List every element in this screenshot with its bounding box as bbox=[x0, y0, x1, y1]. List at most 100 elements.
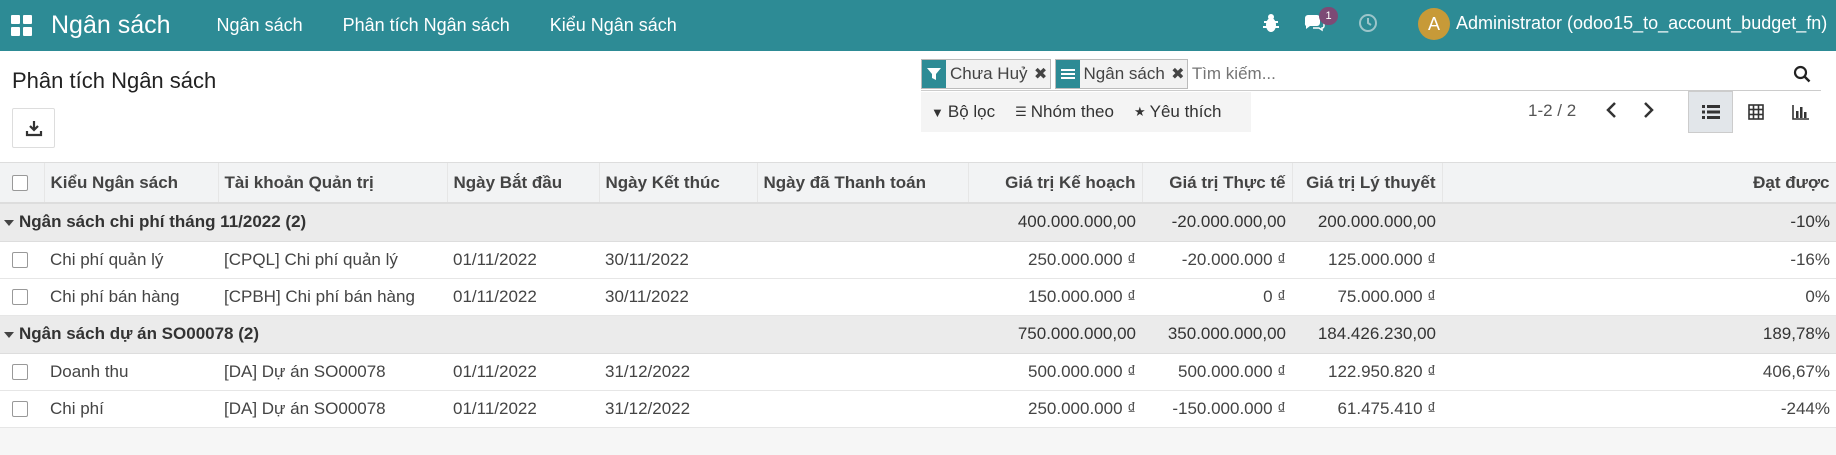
cell-account: [DA] Dự án SO00078 bbox=[218, 353, 447, 391]
debug-bug-icon[interactable] bbox=[1262, 12, 1280, 34]
table-row[interactable]: Chi phí bán hàng [CPBH] Chi phí bán hàng… bbox=[0, 278, 1836, 316]
menu-phan-tich-ngan-sach[interactable]: Phân tích Ngân sách bbox=[323, 15, 530, 36]
row-checkbox[interactable] bbox=[12, 289, 28, 306]
group-theoretical: 200.000.000,00 bbox=[1292, 203, 1442, 242]
cell-end: 30/11/2022 bbox=[599, 278, 757, 316]
app-title[interactable]: Ngân sách bbox=[51, 11, 171, 40]
table-header-row: Kiểu Ngân sách Tài khoản Quản trị Ngày B… bbox=[0, 163, 1836, 204]
cell-planned: 150.000.000 ₫ bbox=[968, 278, 1142, 316]
chevron-right-icon[interactable] bbox=[1636, 98, 1660, 122]
cell-type: Chi phí bbox=[44, 390, 218, 428]
column-header[interactable]: Ngày Bắt đầu bbox=[447, 163, 600, 204]
facet-remove-icon[interactable]: ✖ bbox=[1032, 60, 1050, 88]
control-panel: Phân tích Ngân sách Chưa Huỷ ✖ Ngân sách… bbox=[0, 51, 1836, 163]
cell-theoretical: 125.000.000 ₫ bbox=[1292, 241, 1442, 279]
cell-paid bbox=[757, 390, 968, 428]
cell-practical: 500.000.000 ₫ bbox=[1142, 353, 1292, 391]
filter-icon bbox=[927, 67, 941, 80]
cell-planned: 500.000.000 ₫ bbox=[968, 353, 1142, 391]
download-icon bbox=[25, 121, 42, 137]
select-all-checkbox-cell[interactable] bbox=[0, 163, 45, 204]
favorites-button[interactable]: ★ Yêu thích bbox=[1124, 102, 1231, 122]
group-label: Ngân sách chi phí tháng 11/2022 (2) bbox=[19, 212, 307, 232]
row-checkbox[interactable] bbox=[12, 364, 28, 381]
group-by-icon bbox=[1060, 68, 1075, 79]
facet-label: Ngân sách bbox=[1083, 63, 1165, 83]
cell-end: 31/12/2022 bbox=[599, 390, 757, 428]
avatar[interactable]: A bbox=[1418, 8, 1450, 40]
cell-practical: -20.000.000 ₫ bbox=[1142, 241, 1292, 279]
caret-down-icon bbox=[4, 331, 14, 338]
column-header[interactable]: Ngày đã Thanh toán bbox=[757, 163, 969, 204]
chat-badge: 1 bbox=[1319, 7, 1338, 25]
group-planned: 750.000.000,00 bbox=[968, 315, 1142, 354]
cell-start: 01/11/2022 bbox=[447, 390, 599, 428]
pivot-view-button[interactable] bbox=[1733, 91, 1778, 133]
column-header[interactable]: Giá trị Thực tế bbox=[1142, 163, 1293, 204]
page-title: Phân tích Ngân sách bbox=[12, 68, 217, 93]
star-icon: ★ bbox=[1133, 104, 1146, 119]
menu-kieu-ngan-sach[interactable]: Kiểu Ngân sách bbox=[530, 15, 697, 36]
cell-practical: -150.000.000 ₫ bbox=[1142, 390, 1292, 428]
cell-start: 01/11/2022 bbox=[447, 353, 599, 391]
budget-analysis-table: Kiểu Ngân sách Tài khoản Quản trị Ngày B… bbox=[0, 163, 1836, 428]
column-header[interactable]: Tài khoản Quản trị bbox=[218, 163, 448, 204]
cell-planned: 250.000.000 ₫ bbox=[968, 390, 1142, 428]
facet-filter: Chưa Huỷ ✖ bbox=[921, 58, 1051, 89]
cell-end: 31/12/2022 bbox=[599, 353, 757, 391]
group-theoretical: 184.426.230,00 bbox=[1292, 315, 1442, 354]
facet-remove-icon[interactable]: ✖ bbox=[1169, 60, 1187, 88]
group-planned: 400.000.000,00 bbox=[968, 203, 1142, 242]
pivot-view-icon bbox=[1747, 104, 1764, 120]
filter-icon: ▼ bbox=[931, 104, 944, 120]
search-input[interactable] bbox=[1191, 63, 1752, 84]
row-checkbox[interactable] bbox=[12, 401, 28, 418]
row-checkbox[interactable] bbox=[12, 252, 28, 269]
apps-menu-icon[interactable] bbox=[11, 14, 33, 37]
cell-theoretical: 61.475.410 ₫ bbox=[1292, 390, 1442, 428]
caret-down-icon bbox=[4, 219, 14, 226]
chevron-left-icon[interactable] bbox=[1600, 98, 1624, 122]
cell-planned: 250.000.000 ₫ bbox=[968, 241, 1142, 279]
search-icon[interactable] bbox=[1793, 65, 1811, 83]
cell-account: [CPQL] Chi phí quản lý bbox=[218, 241, 447, 279]
cell-type: Chi phí bán hàng bbox=[44, 278, 218, 316]
menu-ngan-sach[interactable]: Ngân sách bbox=[197, 15, 323, 36]
table-row[interactable]: Doanh thu [DA] Dự án SO00078 01/11/2022 … bbox=[0, 353, 1836, 391]
table-row[interactable]: Chi phí [DA] Dự án SO00078 01/11/2022 31… bbox=[0, 390, 1836, 428]
column-header[interactable]: Ngày Kết thúc bbox=[599, 163, 758, 204]
cell-achieved: 0% bbox=[1442, 278, 1836, 316]
cell-practical: 0 ₫ bbox=[1142, 278, 1292, 316]
cell-paid bbox=[757, 278, 968, 316]
search-bar: Chưa Huỷ ✖ Ngân sách ✖ bbox=[921, 57, 1821, 91]
facet-label: Chưa Huỷ bbox=[950, 63, 1028, 83]
facet-groupby: Ngân sách ✖ bbox=[1054, 58, 1188, 89]
column-header[interactable]: Giá trị Kế hoạch bbox=[968, 163, 1143, 204]
cell-start: 01/11/2022 bbox=[447, 278, 599, 316]
user-menu[interactable]: Administrator (odoo15_to_account_budget_… bbox=[1456, 13, 1827, 34]
group-row[interactable]: Ngân sách dự án SO00078 (2) 750.000.000,… bbox=[0, 315, 1836, 354]
cell-achieved: 406,67% bbox=[1442, 353, 1836, 391]
cell-achieved: -16% bbox=[1442, 241, 1836, 279]
group-row[interactable]: Ngân sách chi phí tháng 11/2022 (2) 400.… bbox=[0, 203, 1836, 242]
group-label: Ngân sách dự án SO00078 (2) bbox=[19, 324, 260, 343]
cell-account: [CPBH] Chi phí bán hàng bbox=[218, 278, 447, 316]
column-header[interactable]: Kiểu Ngân sách bbox=[44, 163, 219, 204]
column-header[interactable]: Đạt được bbox=[1442, 163, 1836, 204]
groupby-button[interactable]: ☰ Nhóm theo bbox=[1005, 102, 1124, 122]
cell-paid bbox=[757, 353, 968, 391]
pager-value[interactable]: 1-2 / 2 bbox=[1528, 101, 1576, 121]
group-achieved: -10% bbox=[1442, 203, 1836, 242]
cell-theoretical: 75.000.000 ₫ bbox=[1292, 278, 1442, 316]
table-row[interactable]: Chi phí quản lý [CPQL] Chi phí quản lý 0… bbox=[0, 241, 1836, 279]
filter-button[interactable]: ▼ Bộ lọc bbox=[921, 102, 1005, 122]
group-practical: -20.000.000,00 bbox=[1142, 203, 1292, 242]
column-header[interactable]: Giá trị Lý thuyết bbox=[1292, 163, 1443, 204]
group-achieved: 189,78% bbox=[1442, 315, 1836, 354]
cell-achieved: -244% bbox=[1442, 390, 1836, 428]
select-all-checkbox[interactable] bbox=[12, 175, 28, 192]
graph-view-button[interactable] bbox=[1778, 91, 1823, 133]
list-view-button[interactable] bbox=[1688, 91, 1733, 133]
download-button[interactable] bbox=[12, 108, 55, 148]
activity-clock-icon[interactable] bbox=[1357, 12, 1379, 34]
